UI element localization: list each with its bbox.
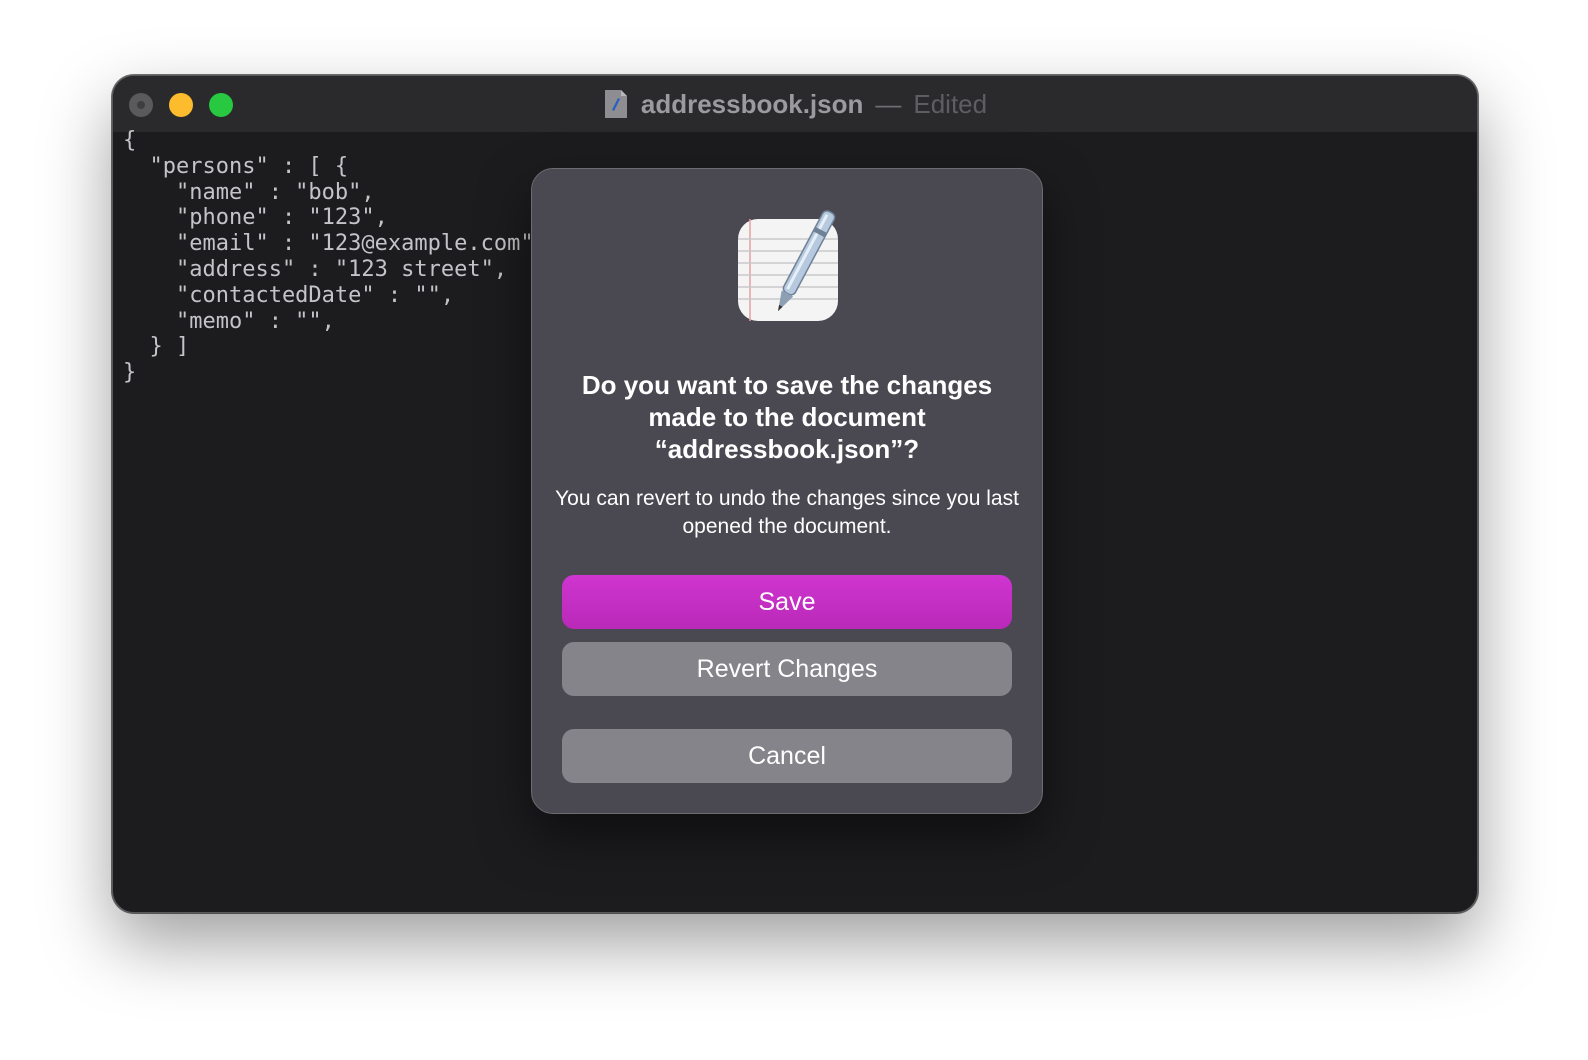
document-icon[interactable] xyxy=(603,89,629,119)
document-text-area[interactable]: { "persons" : [ { "name" : "bob", "phone… xyxy=(123,128,534,386)
revert-changes-button[interactable]: Revert Changes xyxy=(562,642,1012,696)
save-button[interactable]: Save xyxy=(562,575,1012,629)
window-title: addressbook.json xyxy=(640,88,864,119)
cancel-button[interactable]: Cancel xyxy=(562,729,1012,783)
title-bar[interactable]: addressbook.json — Edited xyxy=(113,76,1477,132)
textedit-window: addressbook.json — Edited { "persons" : … xyxy=(112,75,1478,913)
dialog-message: You can revert to undo the changes since… xyxy=(555,487,1019,538)
title-separator: — xyxy=(875,88,902,119)
save-changes-dialog: Do you want to save the changes made to … xyxy=(531,168,1043,814)
dialog-title: Do you want to save the changes made to … xyxy=(581,370,993,464)
edited-status: Edited xyxy=(913,88,988,119)
textedit-app-icon xyxy=(732,205,844,329)
window-title-group: addressbook.json — Edited xyxy=(113,88,1477,120)
